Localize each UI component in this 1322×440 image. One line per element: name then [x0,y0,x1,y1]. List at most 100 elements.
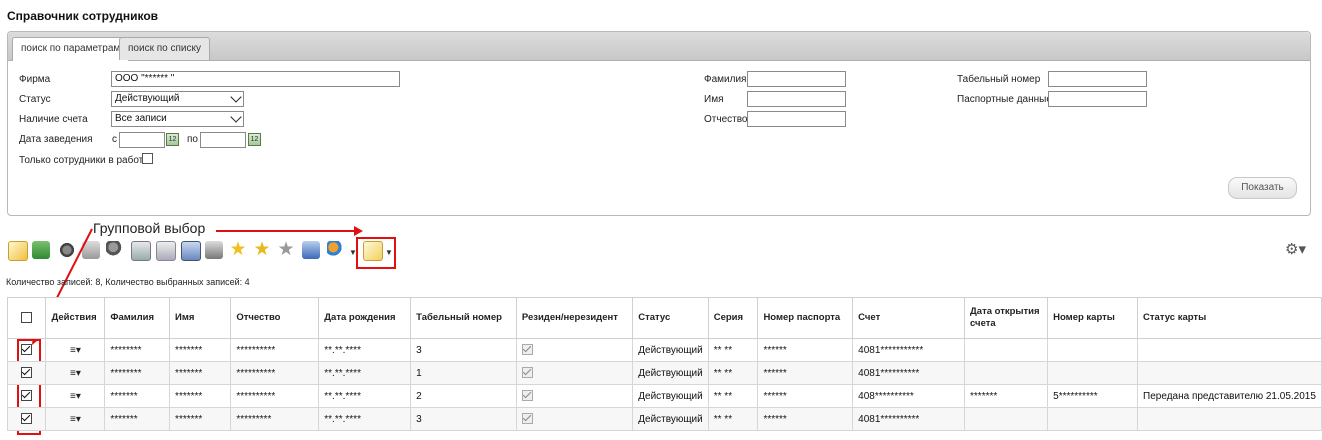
star-grey-icon[interactable]: ★ [277,240,295,259]
row-select-cell[interactable] [6,361,47,385]
star-icon[interactable]: ★ [229,240,247,259]
column-header[interactable]: Номер паспорта [757,297,854,339]
row-select-checkbox[interactable] [21,367,33,379]
users-icon[interactable] [327,241,345,259]
cell-card [1047,361,1139,385]
report-icon[interactable] [302,241,320,259]
employees-table: Действия Фамилия Имя Отчество Дата рожде… [6,297,1322,431]
table-row[interactable]: ≡▾ ******** ******* ********** **.**.**** 3 Де… [6,338,1322,362]
only-working-label: Только сотрудники в работе [19,155,149,166]
chevron-down-icon [230,91,242,103]
new-document-icon[interactable] [8,241,28,261]
column-header[interactable]: Дата открытия счета [964,297,1049,339]
surname-field[interactable] [747,71,846,87]
column-header[interactable]: Фамилия [104,297,171,339]
column-header[interactable]: Серия [707,297,759,339]
column-header[interactable]: Имя [169,297,232,339]
date-to-field[interactable] [200,132,246,148]
cell-birth: **.**.**** [318,407,412,431]
table-row[interactable]: ≡▾ ******* ******* ********** **.**.**** 2 Дей… [6,384,1322,408]
cell-birth: **.**.**** [318,361,412,385]
column-header[interactable]: Номер карты [1047,297,1139,339]
account-select[interactable]: Все записи [111,111,244,127]
patronymic-field[interactable] [747,111,846,127]
actions-menu-icon[interactable]: ≡▾ [70,368,81,379]
row-select-cell[interactable] [6,338,47,362]
tab-search-by-list[interactable]: поиск по списку [119,37,210,60]
cell-series: ** ** [707,384,759,408]
table-header-row: Действия Фамилия Имя Отчество Дата рожде… [6,297,1322,339]
row-select-cell[interactable] [6,384,47,408]
row-select-checkbox[interactable] [21,413,33,425]
star-add-icon[interactable]: ★ [253,240,271,259]
actions-menu-icon[interactable]: ≡▾ [70,345,81,356]
cell-card [1047,407,1139,431]
cell-open_date [964,338,1049,362]
cell-resident [515,338,634,362]
row-actions-cell[interactable]: ≡▾ [45,407,106,431]
passport-field[interactable] [1048,91,1147,107]
annotation-toolbar-highlight [356,237,396,269]
status-select[interactable]: Действующий [111,91,244,107]
cell-open_date: ******* [964,384,1049,408]
select-all-header[interactable] [6,297,47,339]
cell-surname: ******** [104,338,171,362]
column-header[interactable]: Отчество [230,297,320,339]
row-select-checkbox[interactable] [21,344,33,356]
column-header[interactable]: Статус карты [1137,297,1322,339]
cell-passport: ****** [757,407,854,431]
column-header[interactable]: Статус [632,297,709,339]
cell-status: Действующий [632,361,709,385]
date-to-label: по [187,134,198,145]
date-from-field[interactable] [119,132,165,148]
cell-account: 4081********** [852,361,966,385]
column-header[interactable]: Счет [852,297,966,339]
status-label: Статус [19,94,51,105]
cell-account: 408********** [852,384,966,408]
cell-card_status [1137,361,1322,385]
annotation-arrowhead [354,226,363,236]
annotation-label: Групповой выбор [93,220,206,236]
cell-resident [515,407,634,431]
only-working-checkbox[interactable] [142,153,153,164]
cell-series: ** ** [707,338,759,362]
row-actions-cell[interactable]: ≡▾ [45,338,106,362]
column-header[interactable]: Действия [45,297,106,339]
cell-name: ******* [169,384,232,408]
column-header[interactable]: Табельный номер [410,297,517,339]
row-select-checkbox[interactable] [21,390,33,402]
cell-birth: **.**.**** [318,338,412,362]
user-award-icon[interactable] [106,241,124,259]
table-row[interactable]: ≡▾ ******** ******* ********** **.**.**** 1 Де… [6,361,1322,385]
calendar-icon[interactable]: 12 [248,133,261,146]
row-select-cell[interactable] [6,407,47,431]
table-row[interactable]: ≡▾ ******* ******* ********* **.**.**** 3 Дейс… [6,407,1322,431]
row-actions-cell[interactable]: ≡▾ [45,384,106,408]
name-field[interactable] [747,91,846,107]
card-icon[interactable] [131,241,151,261]
tab-search-by-params[interactable]: поиск по параметрам [12,37,130,61]
cell-resident [515,361,634,385]
gear-icon[interactable]: ⚙▾ [1285,240,1306,258]
chevron-down-icon [230,111,242,123]
row-actions-cell[interactable]: ≡▾ [45,361,106,385]
select-all-checkbox[interactable] [21,311,33,323]
cell-tab: 1 [410,361,517,385]
show-button[interactable]: Показать [1228,177,1297,199]
column-header[interactable]: Дата рождения [318,297,412,339]
resident-checkbox [521,413,533,425]
actions-menu-icon[interactable]: ≡▾ [70,414,81,425]
tab-number-field[interactable] [1048,71,1147,87]
status-select-value: Действующий [115,93,180,104]
annotation-arrow [216,230,361,232]
column-header[interactable]: Резиден/нерезидент [515,297,634,339]
cell-tab: 3 [410,338,517,362]
cell-surname: ******** [104,361,171,385]
firm-field[interactable]: ООО "****** " [111,71,400,87]
card-copy-icon[interactable] [156,241,176,261]
card-delete-icon[interactable] [181,241,201,261]
calendar-icon[interactable]: 12 [166,133,179,146]
cell-status: Действующий [632,338,709,362]
card-stack-icon[interactable] [205,241,223,259]
actions-menu-icon[interactable]: ≡▾ [70,391,81,402]
